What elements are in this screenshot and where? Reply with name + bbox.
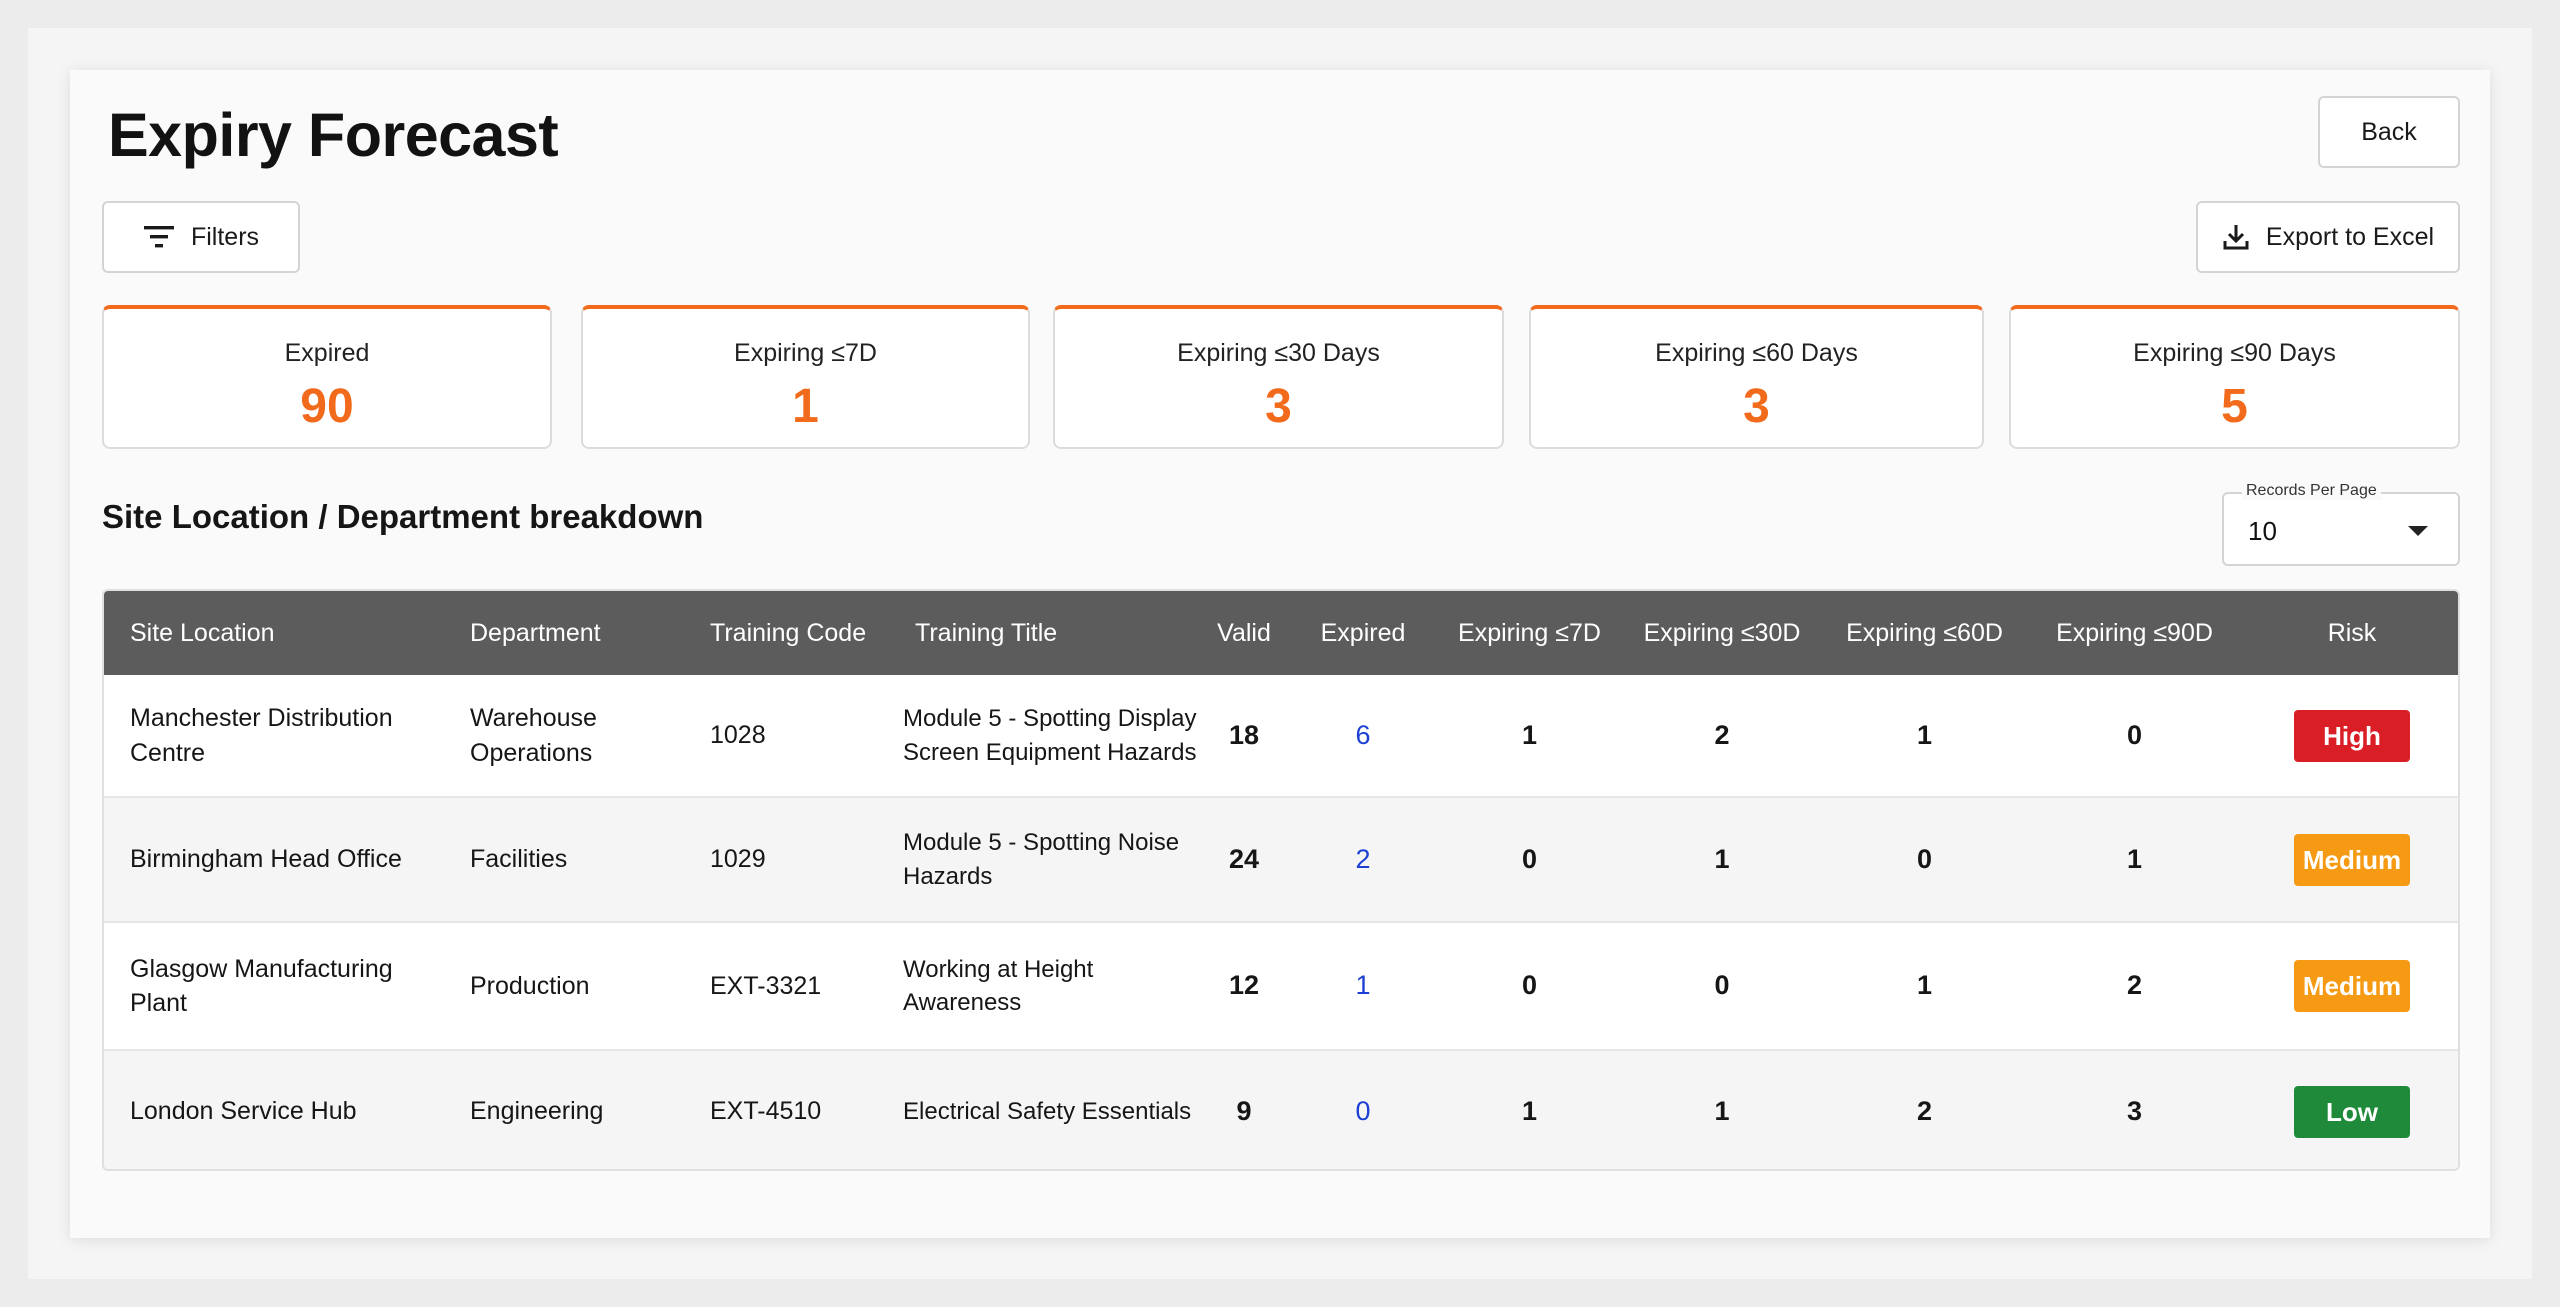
records-per-page-select[interactable]: Records Per Page 10 xyxy=(2222,482,2460,566)
department-cell: Engineering xyxy=(470,1097,604,1126)
expiring-7d-cell: 1 xyxy=(1521,1095,1538,1126)
column-header[interactable]: Site Location xyxy=(104,591,444,675)
expiring-60d-cell: 1 xyxy=(1916,970,1933,1001)
export-to-excel-button[interactable]: Export to Excel xyxy=(2196,201,2460,273)
records-per-page-label: Records Per Page xyxy=(2242,482,2381,500)
risk-cell: High xyxy=(2242,675,2458,797)
expired-count-link[interactable]: 1 xyxy=(1355,970,1370,1000)
expiring-7d-cell: 0 xyxy=(1521,843,1538,874)
department-cell: Facilities xyxy=(470,845,568,874)
stat-card-expired[interactable]: Expired 90 xyxy=(102,305,552,449)
column-header[interactable]: Expiring ≤7D xyxy=(1437,591,1622,675)
expiring-30d-cell: 1 xyxy=(1714,843,1730,874)
stat-value: 5 xyxy=(2221,380,2248,433)
column-header[interactable]: Training Code xyxy=(684,591,889,675)
stat-card-expiring-90d[interactable]: Expiring ≤90 Days 5 xyxy=(2009,305,2460,449)
table-row[interactable]: Birmingham Head Office Facilities 1029 M… xyxy=(104,797,2458,922)
column-header[interactable]: Valid xyxy=(1199,591,1289,675)
stat-label: Expiring ≤60 Days xyxy=(1655,339,1858,367)
breakdown-title: Site Location / Department breakdown xyxy=(102,498,704,535)
training-title-cell: Module 5 - Spotting Noise Hazards xyxy=(903,829,1180,890)
training-title-cell: Electrical Safety Essentials xyxy=(903,1097,1192,1125)
filters-button-label: Filters xyxy=(190,222,260,251)
risk-badge-medium: Medium xyxy=(2294,960,2410,1012)
records-per-page-value: 10 xyxy=(2248,516,2277,546)
expired-cell: 1 xyxy=(1289,922,1437,1050)
expiring-60d-cell: 1 xyxy=(1916,719,1933,750)
training-code-cell: 1029 xyxy=(710,845,766,874)
expiring-90d-cell: 0 xyxy=(2126,719,2143,750)
summary-stats: Expired 90 Expiring ≤7D 1 Expiring ≤30 D… xyxy=(102,305,2460,449)
site-location-cell: London Service Hub xyxy=(130,1097,357,1126)
column-header[interactable]: Training Title xyxy=(889,591,1199,675)
expiring-30d-cell: 2 xyxy=(1714,719,1730,750)
valid-cell: 12 xyxy=(1228,970,1260,1001)
back-button[interactable]: Back xyxy=(2318,96,2460,168)
back-button-label: Back xyxy=(2361,117,2417,146)
expired-cell: 6 xyxy=(1289,675,1437,797)
risk-cell: Medium xyxy=(2242,922,2458,1050)
expired-cell: 2 xyxy=(1289,797,1437,922)
expired-count-link[interactable]: 0 xyxy=(1355,1096,1370,1126)
stat-card-expiring-7d[interactable]: Expiring ≤7D 1 xyxy=(581,305,1030,449)
column-header[interactable]: Expired xyxy=(1289,591,1437,675)
column-header[interactable]: Risk xyxy=(2242,591,2458,675)
site-location-cell: Manchester Distribution Centre xyxy=(130,704,393,767)
expiring-90d-cell: 3 xyxy=(2126,1095,2143,1126)
column-header[interactable]: Expiring ≤30D xyxy=(1622,591,1822,675)
risk-badge-low: Low xyxy=(2294,1085,2410,1138)
training-code-cell: EXT-3321 xyxy=(710,971,822,1000)
risk-badge-medium: Medium xyxy=(2294,833,2410,886)
expired-count-link[interactable]: 2 xyxy=(1355,844,1370,874)
department-cell: Production xyxy=(470,971,590,1000)
training-code-cell: 1028 xyxy=(710,721,766,750)
expiring-7d-cell: 1 xyxy=(1521,719,1538,750)
expiring-90d-cell: 2 xyxy=(2126,970,2143,1001)
risk-cell: Medium xyxy=(2242,797,2458,922)
stat-label: Expiring ≤90 Days xyxy=(2133,339,2336,367)
valid-cell: 9 xyxy=(1236,1095,1252,1126)
training-title-cell: Working at Height Awareness xyxy=(903,955,1094,1016)
stat-label: Expiring ≤30 Days xyxy=(1177,339,1380,367)
filters-button[interactable]: Filters xyxy=(102,201,300,273)
expiring-60d-cell: 0 xyxy=(1916,843,1933,874)
stat-value: 3 xyxy=(1265,380,1292,433)
expiring-90d-cell: 1 xyxy=(2126,843,2143,874)
expiring-7d-cell: 0 xyxy=(1521,970,1538,1001)
department-cell: Warehouse Operations xyxy=(470,704,597,767)
risk-cell: Low xyxy=(2242,1050,2458,1169)
table-row[interactable]: Glasgow Manufacturing Plant Production E… xyxy=(104,922,2458,1050)
training-title-cell: Module 5 - Spotting Display Screen Equip… xyxy=(903,705,1197,766)
site-location-cell: Birmingham Head Office xyxy=(130,845,402,874)
stat-label: Expired xyxy=(284,339,370,367)
expired-cell: 0 xyxy=(1289,1050,1437,1169)
stat-value: 3 xyxy=(1743,380,1770,433)
valid-cell: 18 xyxy=(1228,719,1260,750)
download-icon xyxy=(2222,223,2250,251)
column-header[interactable]: Department xyxy=(444,591,684,675)
stat-card-expiring-30d[interactable]: Expiring ≤30 Days 3 xyxy=(1053,305,1504,449)
table-header-row: Site Location Department Training Code T… xyxy=(104,591,2458,675)
filter-icon xyxy=(143,224,175,250)
risk-badge-high: High xyxy=(2294,709,2410,762)
stat-value: 1 xyxy=(792,380,819,433)
column-header[interactable]: Expiring ≤90D xyxy=(2027,591,2242,675)
expiring-60d-cell: 2 xyxy=(1916,1095,1933,1126)
column-header[interactable]: Expiring ≤60D xyxy=(1822,591,2027,675)
expiring-30d-cell: 1 xyxy=(1714,1095,1730,1126)
expiring-30d-cell: 0 xyxy=(1714,970,1730,1001)
site-location-cell: Glasgow Manufacturing Plant xyxy=(130,954,393,1018)
breakdown-table: Site Location Department Training Code T… xyxy=(102,589,2460,1171)
table-row[interactable]: Manchester Distribution Centre Warehouse… xyxy=(104,675,2458,797)
training-code-cell: EXT-4510 xyxy=(710,1097,822,1126)
expired-count-link[interactable]: 6 xyxy=(1355,720,1370,750)
caret-down-icon xyxy=(2408,526,2428,536)
valid-cell: 24 xyxy=(1228,843,1260,874)
stat-label: Expiring ≤7D xyxy=(734,339,877,367)
page-title: Expiry Forecast xyxy=(108,101,559,169)
stat-value: 90 xyxy=(300,380,354,433)
table-row[interactable]: London Service Hub Engineering EXT-4510 … xyxy=(104,1050,2458,1169)
export-button-label: Export to Excel xyxy=(2265,222,2435,251)
stat-card-expiring-60d[interactable]: Expiring ≤60 Days 3 xyxy=(1529,305,1984,449)
